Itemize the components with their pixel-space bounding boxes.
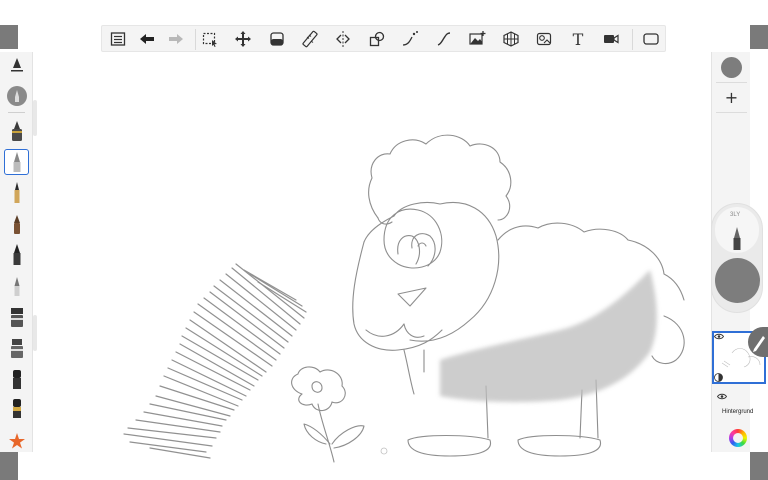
shapes-icon[interactable] — [365, 28, 389, 50]
undo-icon[interactable] — [135, 28, 159, 50]
perspective-icon[interactable] — [499, 28, 523, 50]
brush-flat-marker[interactable] — [4, 304, 29, 330]
transform-icon[interactable] — [231, 28, 255, 50]
brush-ink-pen[interactable] — [4, 180, 29, 206]
color-wheel-icon[interactable] — [729, 429, 747, 447]
brush-stroke-icon[interactable] — [432, 28, 456, 50]
brush-marker[interactable] — [4, 211, 29, 237]
toolbar-divider — [632, 29, 633, 50]
star-icon[interactable] — [4, 428, 29, 454]
list-icon[interactable] — [106, 28, 130, 50]
brush-divider — [8, 112, 25, 113]
selection-icon[interactable] — [198, 28, 222, 50]
brush-hard-pencil[interactable] — [4, 273, 29, 299]
brush-eraser-soft[interactable] — [4, 366, 29, 392]
video-icon[interactable] — [599, 28, 623, 50]
image-import-icon[interactable] — [465, 28, 489, 50]
fill-icon[interactable] — [265, 28, 289, 50]
brush-eraser-hard[interactable] — [4, 395, 29, 421]
sketchbook-app: T + 3LY Hintergrund — [0, 0, 768, 480]
toolbar-divider — [195, 29, 196, 50]
left-top-edge — [0, 25, 18, 49]
brush-palette — [0, 52, 33, 452]
text-tool-icon[interactable]: T — [566, 28, 590, 50]
add-layer-button[interactable]: + — [712, 82, 751, 112]
shading-body — [440, 270, 657, 403]
right-top-edge — [750, 25, 768, 49]
brush-settings-icon[interactable] — [4, 54, 29, 80]
fullscreen-icon[interactable] — [639, 28, 663, 50]
opacity-value: 3LY — [730, 212, 741, 218]
right-bottom-edge — [750, 452, 768, 480]
brush-pencil-selected[interactable] — [4, 149, 29, 175]
drawing-canvas[interactable] — [34, 52, 710, 464]
hatching-strokes — [123, 263, 307, 459]
background-layer-label: Hintergrund — [722, 409, 754, 415]
brush-size-puck[interactable] — [4, 83, 29, 109]
redo-icon[interactable] — [164, 28, 188, 50]
panel-divider — [716, 112, 747, 113]
left-bottom-edge — [0, 452, 18, 480]
pencil-icon — [733, 227, 741, 250]
color-puck[interactable] — [715, 258, 760, 303]
brush-fineliner[interactable] — [4, 242, 29, 268]
color-swatch-small[interactable] — [712, 52, 751, 82]
ghost-icon[interactable] — [532, 28, 556, 50]
main-toolbar: T — [101, 25, 666, 52]
layer-blend-icon[interactable] — [714, 373, 723, 382]
brush-chisel-marker[interactable] — [4, 335, 29, 361]
symmetry-icon[interactable] — [331, 28, 355, 50]
guide-curve-icon[interactable] — [398, 28, 422, 50]
ruler-icon[interactable] — [298, 28, 322, 50]
brush-airbrush[interactable] — [4, 118, 29, 144]
background-visibility-eye-icon[interactable] — [717, 393, 727, 400]
layer-visibility-eye-icon[interactable] — [714, 333, 724, 340]
